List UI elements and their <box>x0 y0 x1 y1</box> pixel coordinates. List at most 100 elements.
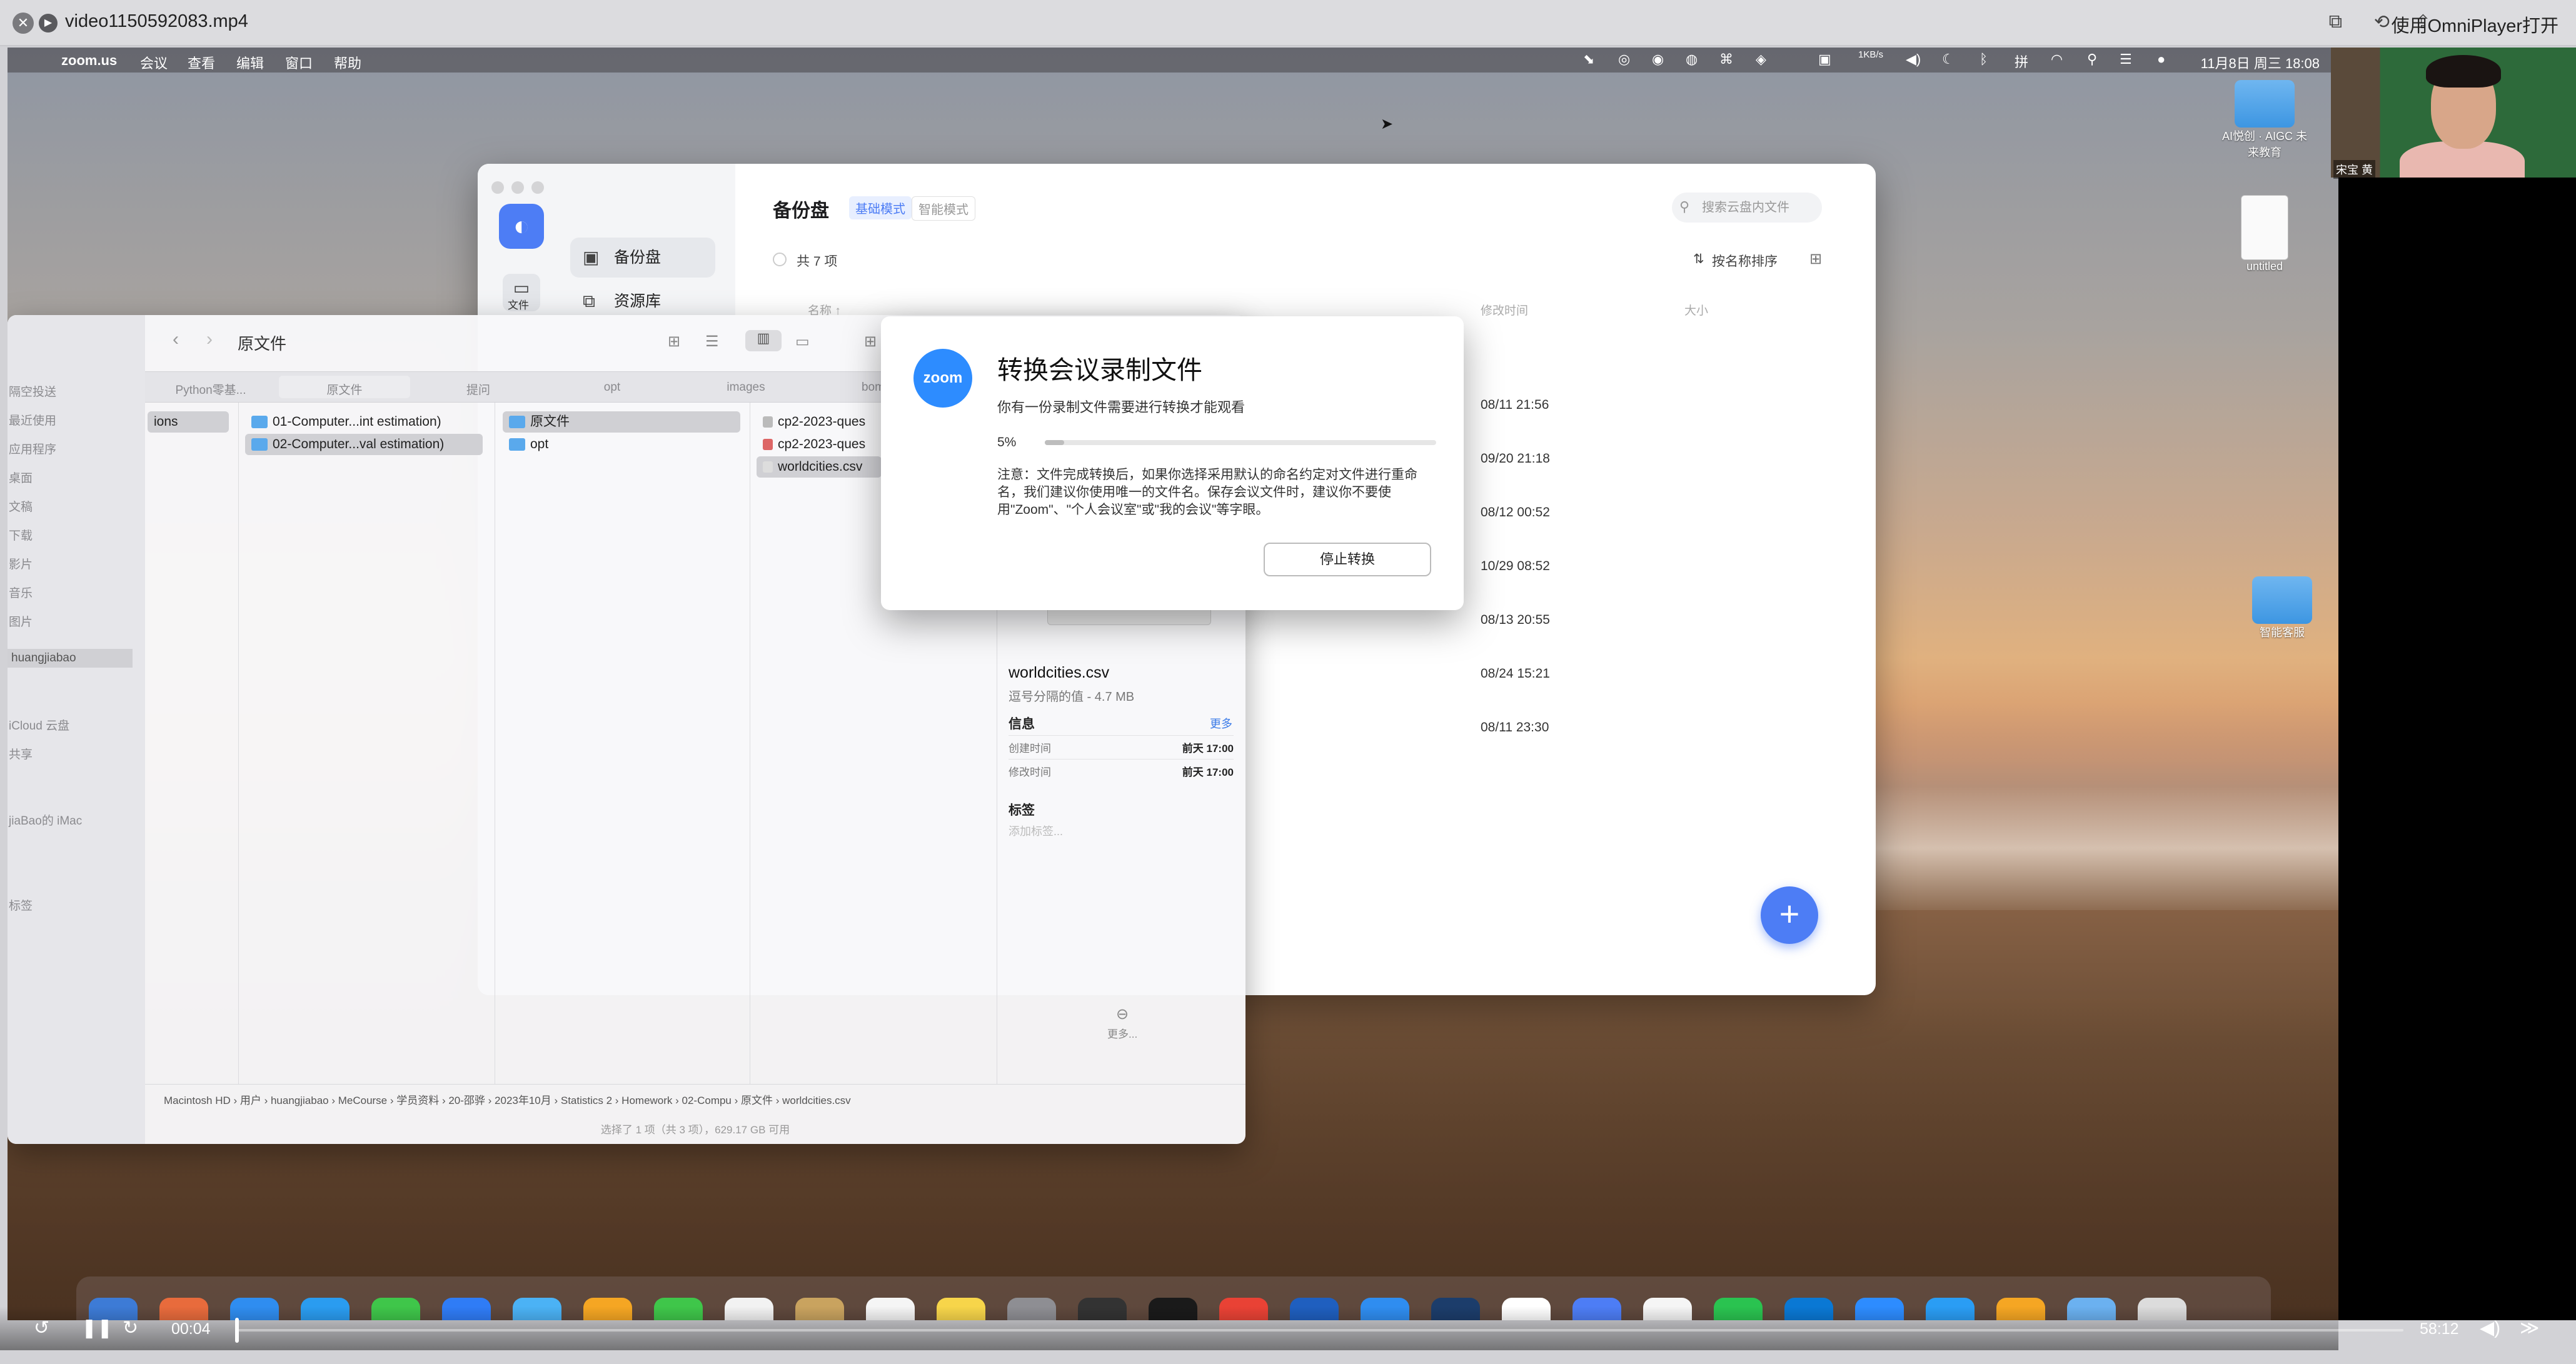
add-button[interactable]: + <box>1761 886 1818 944</box>
desktop-folder-aigc[interactable]: AI悦创 · AIGC 未来教育 <box>2222 80 2307 160</box>
list-item[interactable]: opt <box>503 434 740 455</box>
preview-filetype: 逗号分隔的值 - 4.7 MB <box>1009 690 1135 704</box>
skip-forward-icon[interactable]: ↻ <box>123 1317 138 1339</box>
folder-icon <box>2252 576 2312 624</box>
menu-window[interactable]: 窗口 <box>285 53 313 73</box>
moon-icon[interactable]: ☾ <box>1942 51 1955 68</box>
video-title: video1150592083.mp4 <box>65 11 248 31</box>
window-zoom-icon[interactable] <box>531 181 544 194</box>
sidebar-item[interactable]: iCloud 云盘 <box>9 716 69 733</box>
gallery-view-icon[interactable]: ▭ <box>795 333 810 351</box>
file-date: 08/24 15:21 <box>1481 666 1550 681</box>
search-input[interactable]: 搜索云盘内文件 <box>1672 193 1822 223</box>
fast-forward-icon[interactable]: ≫ <box>2520 1317 2539 1339</box>
picture-in-picture-icon[interactable]: ⧉ <box>2329 11 2342 33</box>
screenshot-icon[interactable]: ⬊ <box>1583 51 1594 68</box>
sidebar-item[interactable]: 隔空投送 <box>9 383 56 399</box>
list-item[interactable]: 01-Computer...int estimation) <box>245 411 483 433</box>
list-item-label: worldcities.csv <box>778 459 863 474</box>
preview-more-link[interactable]: 更多 <box>1210 715 1232 731</box>
list-item[interactable]: 02-Computer...val estimation) <box>245 434 483 455</box>
sidebar-item[interactable]: 桌面 <box>9 469 33 486</box>
column-view-icon[interactable]: ▥ <box>745 330 782 351</box>
sidebar-item[interactable]: 标签 <box>9 896 33 913</box>
skip-back-icon[interactable]: ↺ <box>34 1317 49 1339</box>
stop-conversion-button[interactable]: 停止转换 <box>1264 543 1431 576</box>
bell-icon[interactable]: ◉ <box>1652 51 1664 68</box>
window-minimize-icon[interactable] <box>511 181 524 194</box>
list-item[interactable]: worldcities.csv <box>757 456 882 478</box>
bluetooth-icon[interactable]: ᛒ <box>1980 51 1988 68</box>
sidebar-item[interactable]: 文稿 <box>9 498 33 514</box>
menu-help[interactable]: 帮助 <box>334 53 361 73</box>
sidebar-item[interactable]: 图片 <box>9 613 33 629</box>
input-method-icon[interactable]: 拼 <box>2015 51 2028 71</box>
vpn-icon[interactable]: ◈ <box>1756 51 1766 68</box>
sidebar-item-home[interactable]: huangjiabao <box>8 649 133 668</box>
finder-tab[interactable]: images <box>680 381 812 394</box>
sidebar-item[interactable]: 影片 <box>9 555 33 572</box>
window-close-icon[interactable] <box>491 181 504 194</box>
more-icon[interactable]: ⊖ <box>1116 1005 1129 1023</box>
desktop-file-untitled-label: untitled <box>2246 260 2283 273</box>
sidebar-item[interactable]: 共享 <box>9 745 33 762</box>
grid-view-icon[interactable]: ⊞ <box>1809 250 1822 268</box>
sort-button[interactable]: 按名称排序 <box>1712 251 1778 270</box>
sidebar-item[interactable]: 音乐 <box>9 584 33 601</box>
sidebar-item[interactable]: 应用程序 <box>9 440 56 457</box>
group-icon[interactable]: ⊞ <box>864 333 877 351</box>
wechat-icon[interactable]: ◍ <box>1686 51 1698 68</box>
mode-basic-button[interactable]: 基础模式 <box>849 196 912 219</box>
document-icon <box>2241 195 2288 260</box>
menu-meeting[interactable]: 会议 <box>140 53 168 73</box>
control-center-icon[interactable]: ☰ <box>2120 51 2132 68</box>
finder-tab[interactable]: 提问 <box>413 381 544 398</box>
menu-edit[interactable]: 编辑 <box>236 53 264 73</box>
seek-knob[interactable] <box>235 1318 239 1343</box>
menu-view[interactable]: 查看 <box>188 53 215 73</box>
column-header-size[interactable]: 大小 <box>1684 301 1708 318</box>
select-all-checkbox[interactable] <box>773 253 787 266</box>
desktop-folder-service[interactable]: 智能客服 <box>2240 576 2325 640</box>
list-view-icon[interactable]: ☰ <box>705 333 719 351</box>
status-bar: 选择了 1 项（共 3 项），629.17 GB 可用 <box>600 1124 790 1136</box>
volume-icon[interactable]: ◀) <box>2480 1317 2500 1339</box>
volume-icon[interactable]: ◀) <box>1906 51 1921 68</box>
sidebar-item[interactable]: jiaBao的 iMac <box>9 811 82 828</box>
convert-recording-dialog: zoom 转换会议录制文件 你有一份录制文件需要进行转换才能观看 5% 注意：文… <box>881 316 1464 610</box>
seek-bar[interactable] <box>236 1329 2403 1331</box>
folder-icon <box>509 416 525 429</box>
finder-tab[interactable]: Python零基... <box>145 381 276 398</box>
mode-smart-button[interactable]: 智能模式 <box>912 196 975 221</box>
siri-icon[interactable]: ● <box>2157 51 2165 68</box>
sync-icon[interactable]: ◎ <box>1618 51 1630 68</box>
sidebar-item[interactable]: 下载 <box>9 526 33 543</box>
preview-more-button[interactable]: 更多... <box>1107 1025 1137 1041</box>
sidebar-item-backup[interactable]: ▣ 备份盘 <box>570 238 715 278</box>
pause-icon[interactable]: ❚❚ <box>81 1317 113 1339</box>
sidebar-item-label: 资源库 <box>614 293 662 310</box>
add-tag-field[interactable]: 添加标签... <box>1009 823 1063 839</box>
desktop-file-untitled[interactable]: untitled <box>2222 195 2307 273</box>
finder-tab[interactable]: opt <box>546 381 678 394</box>
forward-icon[interactable]: › <box>206 329 213 350</box>
icon-view-icon[interactable]: ⊞ <box>668 333 680 351</box>
search-icon[interactable]: ⚲ <box>2087 51 2097 68</box>
finder-tab-active[interactable]: 原文件 <box>279 376 410 398</box>
clipboard-icon[interactable]: ▣ <box>1818 51 1831 68</box>
bookmark-icon[interactable]: ⌘ <box>1719 51 1733 68</box>
path-bar[interactable]: Macintosh HD › 用户 › huangjiabao › MeCour… <box>145 1084 1245 1116</box>
list-item[interactable]: 原文件 <box>503 411 740 433</box>
wifi-icon[interactable]: ◠ <box>2051 51 2063 68</box>
back-icon[interactable]: ‹ <box>173 329 179 350</box>
rotate-icon[interactable]: ⟲ <box>2374 11 2390 33</box>
list-item[interactable]: ions <box>148 411 229 433</box>
list-item-label: 原文件 <box>530 414 570 429</box>
menubar-app-name[interactable]: zoom.us <box>61 53 117 69</box>
column-header-time[interactable]: 修改时间 <box>1481 301 1528 318</box>
sidebar-item[interactable]: 最近使用 <box>9 411 56 428</box>
list-item-label: 01-Computer...int estimation) <box>273 414 441 429</box>
open-with-omniplayer-button[interactable]: 使用OmniPlayer打开 <box>2392 11 2559 38</box>
close-icon[interactable]: ✕ <box>13 13 34 34</box>
files-tab-label: 文件 <box>508 299 529 311</box>
